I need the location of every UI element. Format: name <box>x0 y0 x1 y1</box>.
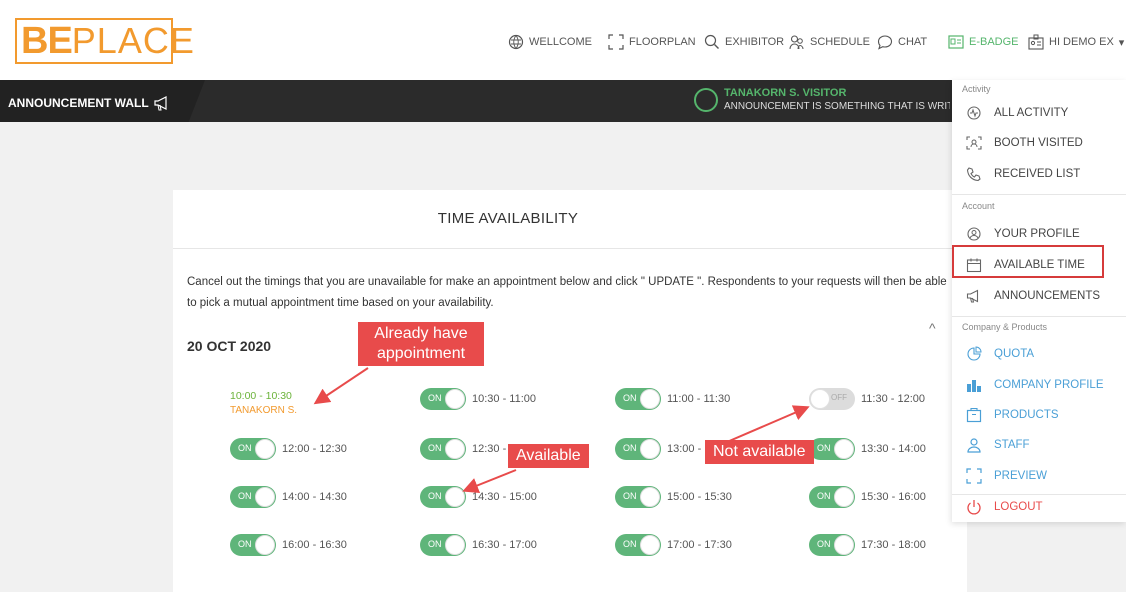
section-account: Account <box>962 201 995 211</box>
phone-icon <box>966 167 981 182</box>
section-company: Company & Products <box>962 322 1048 332</box>
menu-booth-visited-label: BOOTH VISITED <box>994 137 1083 149</box>
menu-booth-visited[interactable]: BOOTH VISITED <box>966 135 1083 151</box>
menu-announcements[interactable]: ANNOUNCEMENTS <box>966 288 1100 304</box>
callout-available-text: Available <box>516 447 581 464</box>
menu-available-time[interactable]: AVAILABLE TIME <box>966 257 1085 273</box>
arrow-available <box>462 469 517 493</box>
menu-separator <box>952 316 1126 317</box>
menu-announcements-label: ANNOUNCEMENTS <box>994 290 1101 302</box>
profile-icon <box>967 227 981 241</box>
section-activity: Activity <box>962 84 991 94</box>
products-icon <box>966 407 982 423</box>
menu-preview[interactable]: PREVIEW <box>966 468 1047 484</box>
menu-separator <box>952 494 1126 495</box>
user-dropdown-menu: Activity ALL ACTIVITY BOOTH VISITED RECE… <box>952 80 1126 522</box>
menu-quota[interactable]: QUOTA <box>966 346 1034 362</box>
callout-available: Available <box>508 444 589 468</box>
calendar-icon <box>966 258 982 273</box>
menu-products-label: PRODUCTS <box>994 409 1059 421</box>
menu-quota-label: QUOTA <box>994 348 1035 360</box>
preview-icon <box>966 468 982 484</box>
power-icon <box>967 500 981 515</box>
menu-all-activity-label: ALL ACTIVITY <box>994 107 1069 119</box>
megaphone-icon <box>966 289 979 303</box>
booth-icon <box>966 136 982 150</box>
company-icon <box>967 380 981 392</box>
menu-separator <box>952 194 1126 195</box>
quota-icon <box>967 346 982 361</box>
menu-company-profile-label: COMPANY PROFILE <box>994 379 1104 391</box>
staff-icon <box>967 438 981 453</box>
menu-logout-label: LOGOUT <box>994 501 1043 513</box>
menu-your-profile[interactable]: YOUR PROFILE <box>966 226 1080 242</box>
callout-not-available: Not available <box>705 440 814 464</box>
menu-all-activity[interactable]: ALL ACTIVITY <box>966 105 1068 121</box>
menu-staff-label: STAFF <box>994 439 1030 451</box>
arrow-already-appointment <box>313 367 369 405</box>
callout-not-available-text: Not available <box>713 443 806 460</box>
menu-logout[interactable]: LOGOUT <box>966 499 1043 515</box>
menu-products[interactable]: PRODUCTS <box>966 407 1059 423</box>
menu-your-profile-label: YOUR PROFILE <box>994 228 1080 240</box>
activity-icon <box>967 106 981 120</box>
menu-preview-label: PREVIEW <box>994 470 1048 482</box>
menu-received-list-label: RECEIVED LIST <box>994 168 1081 180</box>
menu-staff[interactable]: STAFF <box>966 437 1030 453</box>
menu-received-list[interactable]: RECEIVED LIST <box>966 166 1080 182</box>
menu-company-profile[interactable]: COMPANY PROFILE <box>966 377 1104 393</box>
menu-available-time-label: AVAILABLE TIME <box>994 259 1085 271</box>
